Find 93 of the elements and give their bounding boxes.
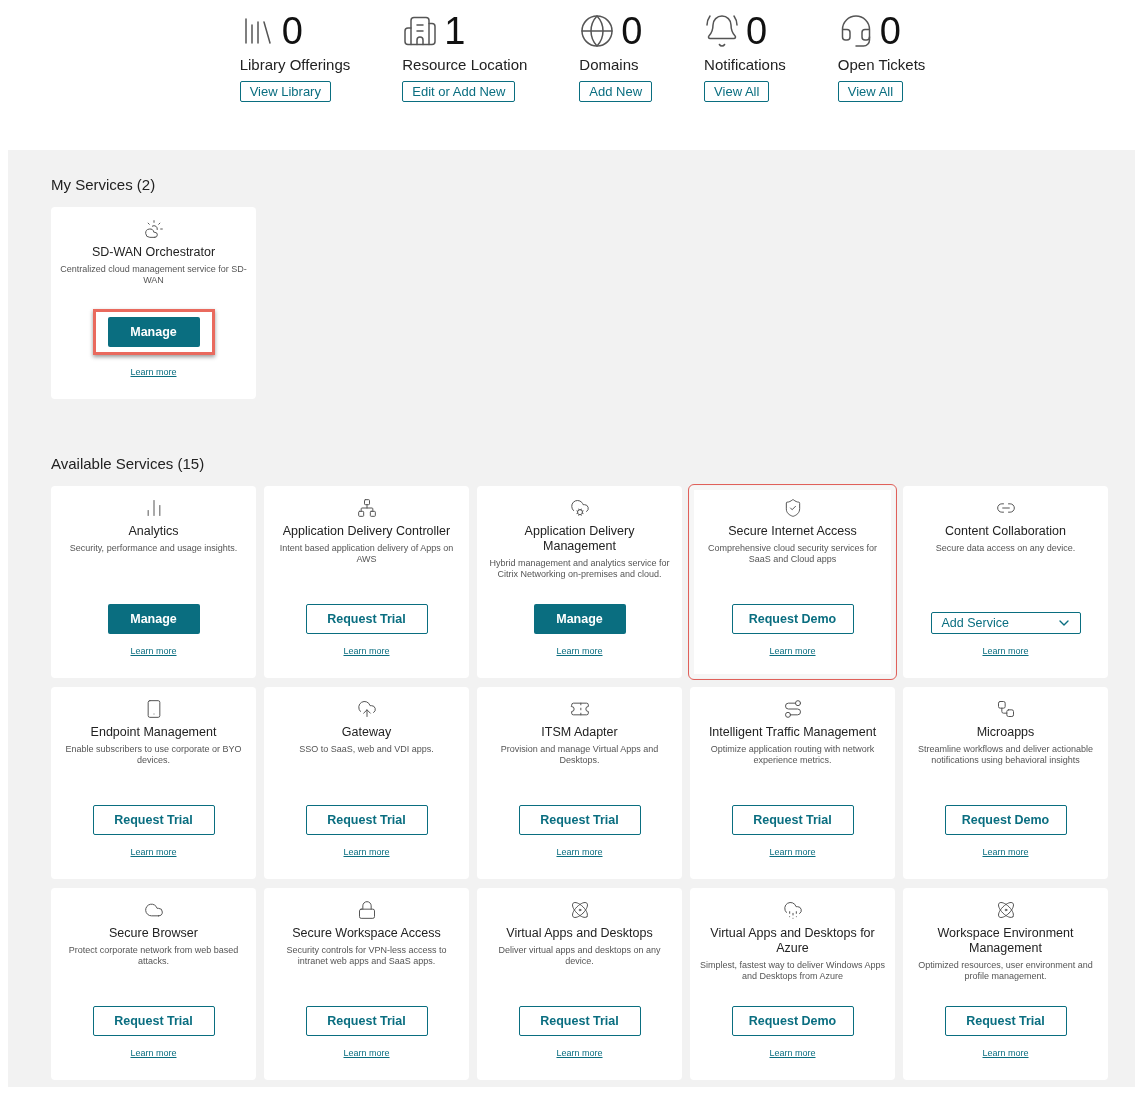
service-title: Secure Browser xyxy=(108,926,199,941)
cloud-icon xyxy=(569,498,590,518)
service-description: Hybrid management and analytics service for Citrix Networking on-premises and cloud. xyxy=(488,558,671,580)
service-description: Optimize application routing with network experience metrics. xyxy=(709,744,876,766)
learn-more-link[interactable]: Learn more xyxy=(556,1048,603,1058)
service-title: Workspace Environment Management xyxy=(936,926,1075,956)
stat-button[interactable]: View All xyxy=(704,81,770,102)
cloud-icon xyxy=(356,699,377,719)
nodes-icon xyxy=(995,699,1016,719)
section-title: My Services (2) xyxy=(51,176,157,193)
globe-icon xyxy=(579,13,616,49)
stat-label: Open Tickets xyxy=(837,56,926,73)
atom-icon xyxy=(569,900,590,920)
service-title: Microapps xyxy=(975,725,1036,740)
learn-more-link[interactable]: Learn more xyxy=(769,646,816,656)
service-title: Application Delivery Controller xyxy=(281,524,452,539)
service-title: Endpoint Management xyxy=(89,725,218,740)
learn-more-link[interactable]: Learn more xyxy=(130,1048,177,1058)
service-description: Enable subscribers to use corporate or BYO devices. xyxy=(64,744,243,766)
service-description: Streamline workflows and deliver actionable notifications using behavioral insights xyxy=(916,744,1095,766)
service-description: Optimized resources, user environment and profile management. xyxy=(917,960,1094,982)
service-title: Virtual Apps and Desktops for Azure xyxy=(709,926,876,956)
learn-more-link[interactable]: Learn more xyxy=(556,646,603,656)
manage-button[interactable]: Manage xyxy=(533,604,626,634)
stat-button[interactable]: View All xyxy=(837,81,904,102)
stat-button[interactable]: Add New xyxy=(579,81,653,102)
service-title: Secure Workspace Access xyxy=(291,926,442,941)
action-button[interactable]: Request Demo xyxy=(944,805,1067,835)
bell-icon xyxy=(704,13,741,49)
manage-button[interactable]: Manage xyxy=(107,317,200,347)
manage-button[interactable]: Manage xyxy=(107,604,200,634)
service-description: Protect corporate network from web based attacks. xyxy=(67,945,240,967)
network-icon xyxy=(356,498,377,518)
service-description: Security controls for VPN-less access to intranet web apps and SaaS apps. xyxy=(285,945,448,967)
stat-count: 0 xyxy=(879,9,901,53)
action-button[interactable]: Request Trial xyxy=(305,1006,428,1036)
stat-label: Library Offerings xyxy=(239,56,351,73)
action-button[interactable]: Request Demo xyxy=(731,1006,854,1036)
service-description: Comprehensive cloud security services for SaaS and Cloud apps xyxy=(706,543,879,565)
service-title: Application Delivery Management xyxy=(523,524,636,554)
stat-button[interactable]: Edit or Add New xyxy=(402,81,516,102)
learn-more-link[interactable]: Learn more xyxy=(982,1048,1029,1058)
action-button[interactable]: Request Trial xyxy=(305,604,428,634)
cloud-icon xyxy=(143,219,164,239)
action-button[interactable]: Request Trial xyxy=(305,805,428,835)
service-description: Simplest, fastest way to deliver Windows Apps and Desktops from Azure xyxy=(698,960,887,982)
service-description: Provision and manage Virtual Apps and Desktops. xyxy=(499,744,660,766)
service-title: Secure Internet Access xyxy=(727,524,858,539)
learn-more-link[interactable]: Learn more xyxy=(982,847,1029,857)
service-title: Content Collaboration xyxy=(944,524,1067,539)
action-button[interactable]: Request Trial xyxy=(944,1006,1067,1036)
service-title: Analytics xyxy=(127,524,180,539)
learn-more-link[interactable]: Learn more xyxy=(130,847,177,857)
stat-count: 1 xyxy=(444,9,466,53)
learn-more-link[interactable]: Learn more xyxy=(982,646,1029,656)
service-description: Secure data access on any device. xyxy=(935,543,1076,554)
section-title: Available Services (15) xyxy=(51,455,206,472)
service-description: SSO to SaaS, web and VDI apps. xyxy=(299,744,434,755)
stat-count: 0 xyxy=(621,9,643,53)
service-title: SD-WAN Orchestrator xyxy=(90,245,217,260)
action-button[interactable]: Request Trial xyxy=(731,805,854,835)
service-title: ITSM Adapter xyxy=(540,725,619,740)
service-title: Virtual Apps and Desktops xyxy=(505,926,654,941)
stat-label: Notifications xyxy=(704,56,786,73)
service-description: Intent based application delivery of Apps on AWS xyxy=(278,543,455,565)
stat-label: Domains xyxy=(579,56,639,73)
learn-more-link[interactable]: Learn more xyxy=(343,1048,390,1058)
service-description: Security, performance and usage insights. xyxy=(69,543,238,554)
action-button[interactable]: Request Trial xyxy=(518,805,641,835)
service-description: Centralized cloud management service for SD-WAN xyxy=(59,264,248,286)
stat-label: Resource Location xyxy=(402,56,528,73)
learn-more-link[interactable]: Learn more xyxy=(130,646,177,656)
action-button[interactable]: Request Trial xyxy=(92,805,215,835)
learn-more-link[interactable]: Learn more xyxy=(769,847,816,857)
service-title: Intelligent Traffic Management xyxy=(707,725,878,740)
learn-more-link[interactable]: Learn more xyxy=(556,847,603,857)
route-icon xyxy=(782,699,803,719)
learn-more-link[interactable]: Learn more xyxy=(343,847,390,857)
action-button[interactable]: Request Trial xyxy=(92,1006,215,1036)
action-button[interactable]: Request Trial xyxy=(518,1006,641,1036)
cloud-icon xyxy=(782,900,803,920)
atom-icon xyxy=(995,900,1016,920)
stat-count: 0 xyxy=(746,9,768,53)
action-button[interactable]: Request Demo xyxy=(731,604,854,634)
service-description: Deliver virtual apps and desktops on any device. xyxy=(497,945,662,967)
service-title: Gateway xyxy=(340,725,393,740)
learn-more-link[interactable]: Learn more xyxy=(343,646,390,656)
stat-button[interactable]: View Library xyxy=(239,81,331,102)
stat-count: 0 xyxy=(281,9,303,53)
lock-icon xyxy=(356,900,377,920)
learn-more-link[interactable]: Learn more xyxy=(769,1048,816,1058)
add-service-dropdown[interactable]: Add Service xyxy=(930,612,1081,634)
learn-more-link[interactable]: Learn more xyxy=(130,367,177,377)
